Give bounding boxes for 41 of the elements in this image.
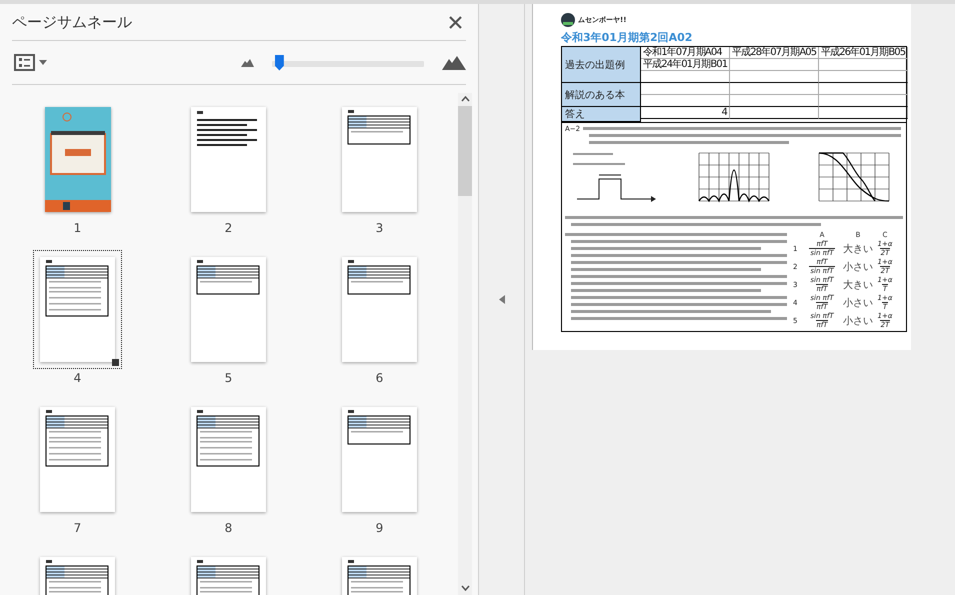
page-number: 4: [74, 371, 82, 385]
table-heading: 過去の出題例: [562, 47, 641, 83]
page-number: 2: [224, 221, 232, 235]
table-heading: 答え: [562, 107, 641, 122]
table-cell: 平成28年07月期A05: [730, 47, 819, 59]
view-options-button[interactable]: [12, 52, 49, 73]
panel-title: ページサムネール: [12, 12, 132, 32]
scroll-up-icon[interactable]: [460, 96, 470, 102]
scroll-thumb[interactable]: [458, 106, 472, 196]
logo-icon: [561, 13, 575, 27]
page-thumbnail[interactable]: [33, 250, 122, 369]
page-number: 3: [376, 221, 384, 235]
document-title: 令和3年01月期第2回A02: [561, 30, 694, 45]
small-mountain-icon: [241, 58, 254, 66]
table-cell: 平成26年01月期B05: [819, 47, 908, 59]
list-icon: [14, 54, 35, 71]
option-text: 小さい: [843, 296, 873, 310]
close-button[interactable]: [447, 14, 464, 30]
table-cell: 平成24年01月期B01: [641, 59, 730, 71]
scrollbar[interactable]: [458, 93, 472, 595]
slider-thumb[interactable]: [274, 54, 284, 70]
page-number: 7: [74, 521, 82, 535]
answer-cell: 4: [641, 107, 730, 119]
option-text: 小さい: [843, 314, 873, 328]
page-number: 5: [224, 371, 232, 385]
collapse-arrow-icon[interactable]: [498, 295, 504, 304]
page-number: 6: [376, 371, 384, 385]
option-text: 小さい: [843, 260, 873, 274]
table-cell: 令和1年07月期A04: [641, 47, 730, 59]
large-mountain-icon: [442, 56, 466, 70]
page-number: 8: [224, 521, 232, 535]
close-icon: [449, 16, 462, 28]
scroll-down-icon[interactable]: [460, 585, 470, 591]
page-number: 9: [376, 521, 384, 535]
option-text: 大きい: [843, 278, 873, 292]
resize-handle[interactable]: [112, 359, 119, 366]
page-number: 1: [74, 221, 82, 235]
option-text: 大きい: [843, 242, 873, 256]
caret-icon: [39, 60, 47, 65]
table-heading: 解説のある本: [562, 83, 641, 107]
zoom-slider[interactable]: [272, 54, 424, 70]
